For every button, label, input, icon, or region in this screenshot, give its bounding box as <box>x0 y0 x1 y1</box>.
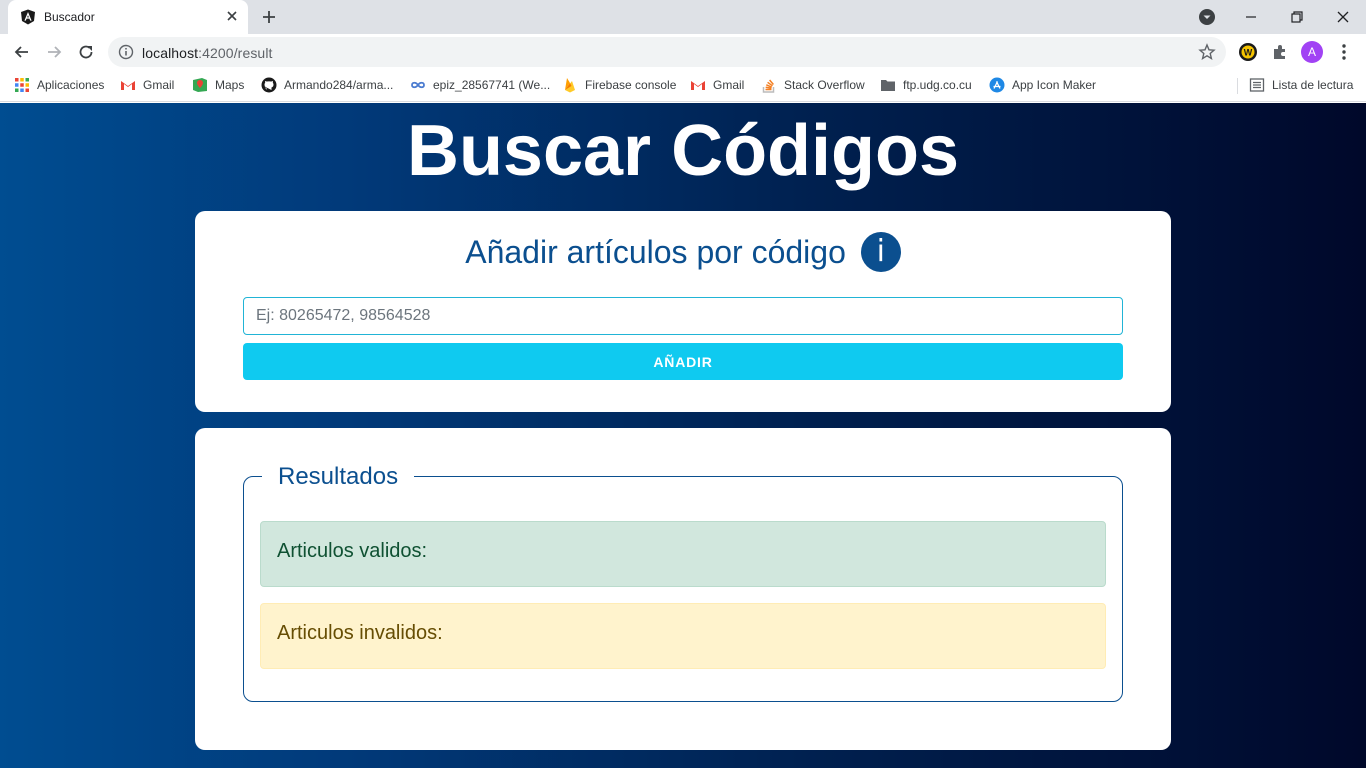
reading-list[interactable]: Lista de lectura <box>1249 77 1353 95</box>
bookmarks-divider <box>1237 78 1238 94</box>
bookmark-label: ftp.udg.co.cu <box>903 78 972 92</box>
codes-input[interactable] <box>243 297 1123 335</box>
bookmark-github[interactable]: Armando284/arma... <box>261 77 393 95</box>
add-articles-card: Añadir artículos por código i AÑADIR <box>195 211 1171 412</box>
bookmark-label: Maps <box>215 78 245 92</box>
reading-list-icon <box>1249 78 1265 92</box>
bookmark-gmail[interactable]: Gmail <box>120 77 174 95</box>
tab-search-icon[interactable] <box>1196 6 1218 28</box>
results-card: Resultados Articulos validos: Articulos … <box>195 428 1171 750</box>
bookmark-firebase[interactable]: Firebase console <box>562 77 676 95</box>
bookmark-stackoverflow[interactable]: Stack Overflow <box>761 77 865 95</box>
stackoverflow-icon <box>762 79 775 93</box>
url-text: localhost:4200/result <box>142 45 273 61</box>
tab-title: Buscador <box>44 10 95 24</box>
url-path: :4200/result <box>198 45 273 61</box>
maps-icon <box>193 78 207 92</box>
folder-icon <box>881 80 895 91</box>
info-icon[interactable]: i <box>860 231 901 272</box>
wappalyzer-extension-icon[interactable]: W <box>1238 42 1258 62</box>
bookmark-epiz[interactable]: epiz_28567741 (We... <box>410 77 550 95</box>
close-window-icon[interactable] <box>1332 6 1354 28</box>
bookmark-label: epiz_28567741 (We... <box>433 78 551 92</box>
gmail-icon <box>121 81 135 90</box>
browser-toolbar: localhost:4200/result W A <box>0 34 1366 70</box>
results-fieldset: Resultados Articulos validos: Articulos … <box>243 463 1123 702</box>
add-card-header: Añadir artículos por código i <box>195 229 1171 272</box>
more-menu-icon[interactable] <box>1334 42 1354 62</box>
apps-grid-icon <box>15 78 29 92</box>
svg-text:W: W <box>1244 48 1253 58</box>
extensions-puzzle-icon[interactable] <box>1270 42 1290 62</box>
bookmark-app-icon-maker[interactable]: App Icon Maker <box>989 77 1096 95</box>
bookmark-apps[interactable]: Aplicaciones <box>14 77 104 95</box>
invalid-articles-alert: Articulos invalidos: <box>260 603 1106 669</box>
site-info-icon[interactable] <box>118 44 134 60</box>
url-host: localhost <box>142 45 199 61</box>
bookmark-label: Stack Overflow <box>784 78 865 92</box>
appstore-icon <box>989 77 1005 93</box>
bookmark-label: App Icon Maker <box>1012 78 1097 92</box>
minimize-icon[interactable] <box>1240 6 1262 28</box>
angular-icon <box>21 9 35 25</box>
bookmark-label: Firebase console <box>585 78 677 92</box>
results-legend: Resultados <box>262 463 415 491</box>
reading-list-label: Lista de lectura <box>1272 78 1354 92</box>
github-icon <box>261 77 277 93</box>
address-bar[interactable]: localhost:4200/result <box>108 37 1226 67</box>
infinity-icon <box>411 81 425 89</box>
firebase-icon <box>565 78 575 93</box>
bookmark-maps[interactable]: Maps <box>192 77 244 95</box>
bookmark-label: Aplicaciones <box>37 78 105 92</box>
new-tab-icon[interactable] <box>260 8 278 26</box>
browser-tab[interactable]: Buscador <box>8 0 248 34</box>
gmail-icon <box>691 81 705 90</box>
bookmark-label: Armando284/arma... <box>284 78 394 92</box>
bookmark-label: Gmail <box>713 78 745 92</box>
bookmarks-bar: Aplicaciones Gmail Maps Armando284/arma.… <box>0 70 1366 102</box>
page-title: Buscar Códigos <box>406 111 960 191</box>
profile-avatar[interactable]: A <box>1301 41 1323 63</box>
close-tab-icon[interactable] <box>224 8 240 24</box>
bookmark-gmail-2[interactable]: Gmail <box>690 77 744 95</box>
add-card-title: Añadir artículos por código <box>465 233 846 270</box>
reload-icon[interactable] <box>76 42 96 62</box>
browser-tabstrip: Buscador <box>0 0 1366 34</box>
forward-arrow-icon[interactable] <box>44 42 64 62</box>
add-button[interactable]: AÑADIR <box>243 343 1123 380</box>
back-arrow-icon[interactable] <box>12 42 32 62</box>
page-content: Buscar Códigos Añadir artículos por códi… <box>0 103 1366 768</box>
bookmark-ftp[interactable]: ftp.udg.co.cu <box>880 77 972 95</box>
valid-articles-alert: Articulos validos: <box>260 521 1106 587</box>
bookmark-star-icon[interactable] <box>1198 43 1216 61</box>
restore-icon[interactable] <box>1286 6 1308 28</box>
bookmark-label: Gmail <box>143 78 175 92</box>
